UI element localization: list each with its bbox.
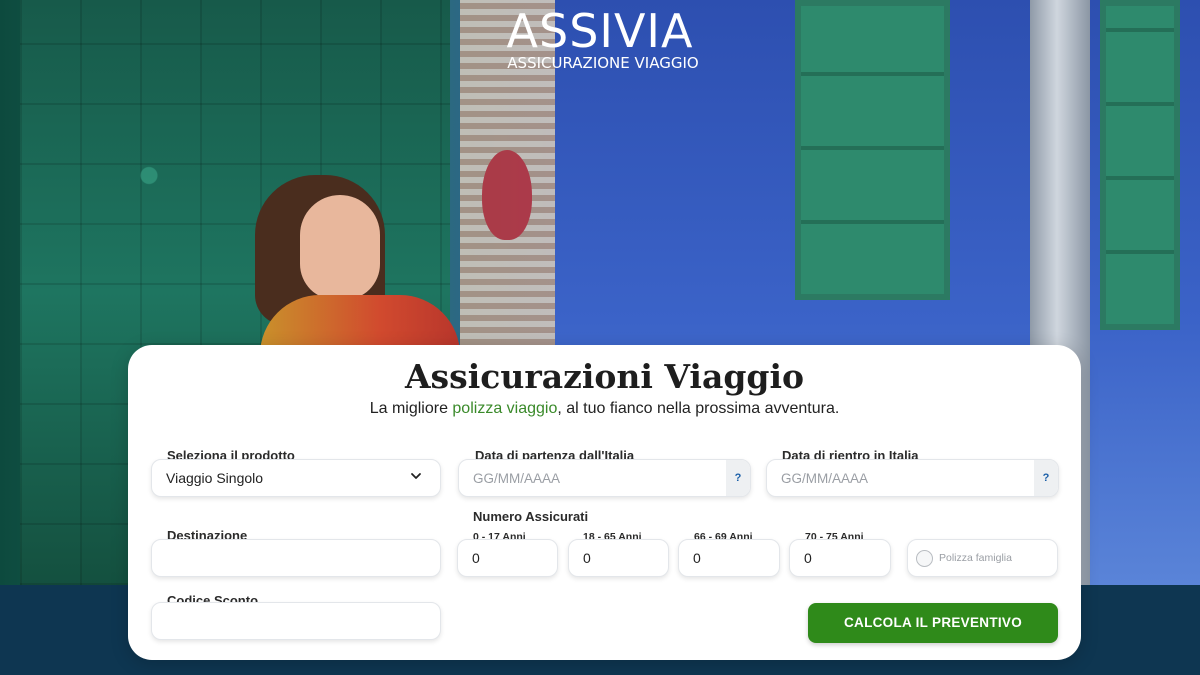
age-70-75-value: 0 xyxy=(804,550,812,566)
calculate-quote-button[interactable]: CALCOLA IL PREVENTIVO xyxy=(808,603,1058,643)
family-policy-radio[interactable] xyxy=(916,549,933,567)
age-70-75-input[interactable]: 0 xyxy=(789,539,891,577)
return-date-input[interactable]: GG/MM/AAAA ? xyxy=(766,459,1059,497)
quote-form-card: Assicurazioni Viaggio La migliore polizz… xyxy=(128,345,1081,660)
subtitle-text-start: La migliore xyxy=(369,400,453,417)
return-help-button[interactable]: ? xyxy=(1034,460,1058,496)
return-date-placeholder: GG/MM/AAAA xyxy=(781,470,869,486)
chevron-down-icon xyxy=(411,473,421,479)
departure-date-placeholder: GG/MM/AAAA xyxy=(473,470,561,486)
family-policy-label: Polizza famiglia xyxy=(939,552,1012,564)
product-select[interactable]: Viaggio Singolo xyxy=(151,459,441,497)
age-18-65-input[interactable]: 0 xyxy=(568,539,669,577)
age-18-65-value: 0 xyxy=(583,550,591,566)
logo-tagline: ASSICURAZIONE VIAGGIO xyxy=(507,54,699,72)
page-subtitle: La migliore polizza viaggio, al tuo fian… xyxy=(128,400,1081,418)
family-policy-toggle[interactable]: Polizza famiglia xyxy=(907,539,1058,577)
destination-input[interactable] xyxy=(151,539,441,577)
site-logo[interactable]: ASSIVIA ASSICURAZIONE VIAGGIO xyxy=(0,4,1200,72)
subtitle-text-end: , al tuo fianco nella prossima avventura… xyxy=(557,400,840,417)
logo-brand: ASSIVIA xyxy=(506,4,694,58)
departure-date-input[interactable]: GG/MM/AAAA ? xyxy=(458,459,751,497)
product-select-value: Viaggio Singolo xyxy=(166,470,264,486)
age-66-69-input[interactable]: 0 xyxy=(678,539,780,577)
age-0-17-input[interactable]: 0 xyxy=(457,539,558,577)
page-title: Assicurazioni Viaggio xyxy=(404,357,805,396)
age-66-69-value: 0 xyxy=(693,550,701,566)
subtitle-highlight: polizza viaggio xyxy=(452,400,558,417)
insured-count-label: Numero Assicurati xyxy=(473,509,589,524)
departure-help-button[interactable]: ? xyxy=(726,460,750,496)
age-0-17-value: 0 xyxy=(472,550,480,566)
discount-code-input[interactable] xyxy=(151,602,441,640)
